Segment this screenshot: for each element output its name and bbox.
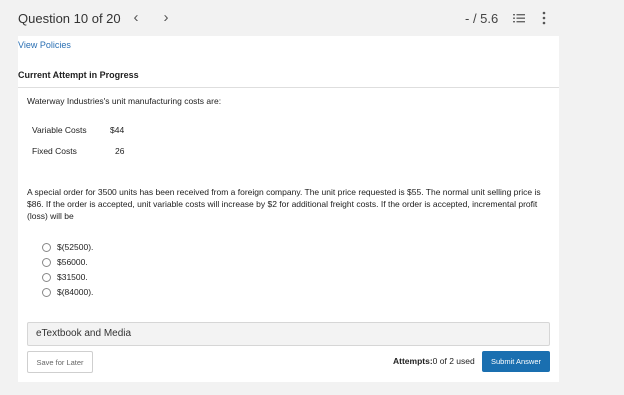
divider — [18, 87, 559, 88]
next-question-button[interactable]: › — [159, 9, 173, 26]
radio-icon[interactable] — [42, 272, 51, 282]
answer-option-label: $31500. — [57, 272, 88, 282]
answer-option-1[interactable]: $(52500). — [42, 241, 93, 253]
submit-answer-button[interactable]: Submit Answer — [482, 351, 550, 372]
view-policies-link[interactable]: View Policies — [18, 40, 71, 50]
radio-icon[interactable] — [42, 287, 51, 297]
radio-icon[interactable] — [42, 257, 51, 267]
save-for-later-button[interactable]: Save for Later — [27, 351, 93, 373]
attempts-counter: Attempts:0 of 2 used — [393, 356, 475, 366]
previous-question-button[interactable]: ‹ — [129, 9, 143, 26]
answer-option-label: $56000. — [57, 257, 88, 267]
kebab-menu-icon[interactable] — [542, 11, 546, 25]
answer-option-label: $(52500). — [57, 242, 94, 252]
attempts-value: 0 of 2 used — [432, 356, 475, 366]
fixed-costs-value: 26 — [115, 146, 125, 156]
question-prompt: A special order for 3500 units has been … — [27, 187, 541, 221]
list-icon[interactable] — [513, 12, 525, 24]
score-display: - / 5.6 — [465, 11, 499, 26]
variable-costs-label: Variable Costs — [32, 125, 87, 135]
question-intro: Waterway Industries's unit manufacturing… — [27, 96, 222, 106]
answer-option-2[interactable]: $56000. — [42, 256, 88, 268]
attempts-label: Attempts: — [393, 356, 433, 366]
answer-option-3[interactable]: $31500. — [42, 271, 88, 283]
radio-icon[interactable] — [42, 242, 51, 252]
attempt-heading: Current Attempt in Progress — [18, 70, 139, 80]
variable-costs-value: $44 — [110, 125, 125, 135]
top-bar: Question 10 of 20 ‹ › - / 5.6 — [0, 0, 624, 36]
answer-option-label: $(84000). — [57, 287, 94, 297]
etextbook-media-label: eTextbook and Media — [36, 328, 132, 339]
question-counter: Question 10 of 20 — [18, 11, 121, 26]
etextbook-media-section[interactable]: eTextbook and Media — [27, 322, 550, 346]
answer-option-4[interactable]: $(84000). — [42, 286, 93, 298]
fixed-costs-label: Fixed Costs — [32, 146, 77, 156]
